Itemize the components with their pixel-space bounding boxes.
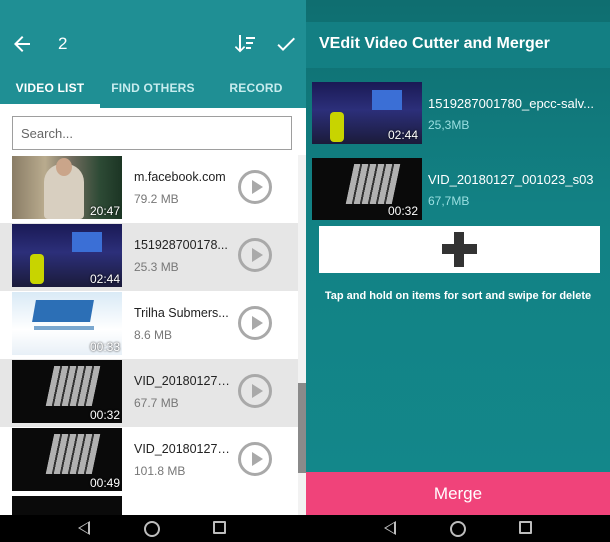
selected-count: 2 [58,34,68,53]
video-duration: 00:33 [89,340,120,354]
nav-recent-icon[interactable] [519,521,532,534]
android-nav-bar [0,515,610,542]
app-header: 2 VIDEO LIST FIND OTHERS RECORD [0,0,306,108]
video-duration: 20:47 [89,204,120,218]
tab-video-list[interactable]: VIDEO LIST [0,70,100,108]
nav-back-icon[interactable] [384,521,396,535]
video-duration: 02:44 [387,128,418,142]
tab-record[interactable]: RECORD [206,70,306,108]
video-name: VID_20180127_... [134,374,234,388]
video-duration: 00:32 [89,408,120,422]
nav-home-icon[interactable] [144,521,160,537]
video-thumbnail: 00:32 [12,360,122,423]
scrollbar-thumb[interactable] [298,383,306,473]
merge-pane: VEdit Video Cutter and Merger 02:44 1519… [306,0,610,515]
list-item-partial[interactable] [0,495,298,515]
video-size: 25.3 MB [134,260,179,274]
video-thumbnail: 00:33 [12,292,122,355]
list-item[interactable]: 00:32 VID_20180127_... 67.7 MB [0,359,298,427]
sort-delete-hint: Tap and hold on items for sort and swipe… [324,290,592,302]
merge-item[interactable]: 00:32 VID_20180127_001023_s03 67,7MB [312,158,602,220]
sort-icon[interactable] [233,32,257,56]
video-duration: 02:44 [89,272,120,286]
merge-button[interactable]: Merge [306,472,610,515]
tab-find-others[interactable]: FIND OTHERS [103,70,203,108]
video-list-pane: 2 VIDEO LIST FIND OTHERS RECORD 20:47 [0,0,306,515]
list-item[interactable]: 02:44 151928700178... 25.3 MB [0,223,298,291]
play-icon[interactable] [238,374,272,408]
play-icon[interactable] [238,170,272,204]
back-arrow-icon[interactable] [10,32,34,56]
play-icon[interactable] [238,238,272,272]
video-name: Trilha Submers... [134,306,229,320]
nav-home-icon[interactable] [450,521,466,537]
video-size: 101.8 MB [134,464,186,478]
video-name: VID_20180127_001023_s03 [428,172,594,187]
merge-header: VEdit Video Cutter and Merger [306,22,610,68]
video-size: 79.2 MB [134,192,179,206]
video-size: 67,7MB [428,194,470,208]
active-tab-indicator [0,104,100,108]
play-icon[interactable] [238,442,272,476]
merge-item[interactable]: 02:44 1519287001780_epcc-salv... 25,3MB [312,82,602,144]
play-icon[interactable] [238,306,272,340]
video-list: 20:47 m.facebook.com 79.2 MB 02:44 15192… [0,155,306,515]
video-size: 8.6 MB [134,328,173,342]
video-thumbnail [12,496,122,515]
list-item[interactable]: 20:47 m.facebook.com 79.2 MB [0,155,298,223]
video-thumbnail: 02:44 [312,82,422,144]
tab-bar: VIDEO LIST FIND OTHERS RECORD [0,70,306,108]
add-video-button[interactable] [319,226,600,273]
list-item[interactable]: 00:33 Trilha Submers... 8.6 MB [0,291,298,359]
video-thumbnail: 20:47 [12,156,122,219]
video-name: 1519287001780_epcc-salv... [428,96,594,111]
list-item[interactable]: 00:49 VID_20180127_... 101.8 MB [0,427,298,495]
nav-recent-icon[interactable] [213,521,226,534]
check-icon[interactable] [274,32,298,56]
video-name: 151928700178... [134,238,228,252]
app-title: VEdit Video Cutter and Merger [319,35,550,52]
video-duration: 00:32 [387,204,418,218]
nav-back-icon[interactable] [78,521,90,535]
search-input[interactable] [12,116,292,150]
video-size: 25,3MB [428,118,470,132]
video-thumbnail: 02:44 [12,224,122,287]
video-name: VID_20180127_... [134,442,234,456]
video-duration: 00:49 [89,476,120,490]
video-thumbnail: 00:32 [312,158,422,220]
video-name: m.facebook.com [134,170,226,184]
selection-toolbar: 2 [0,22,306,66]
video-thumbnail: 00:49 [12,428,122,491]
video-size: 67.7 MB [134,396,179,410]
